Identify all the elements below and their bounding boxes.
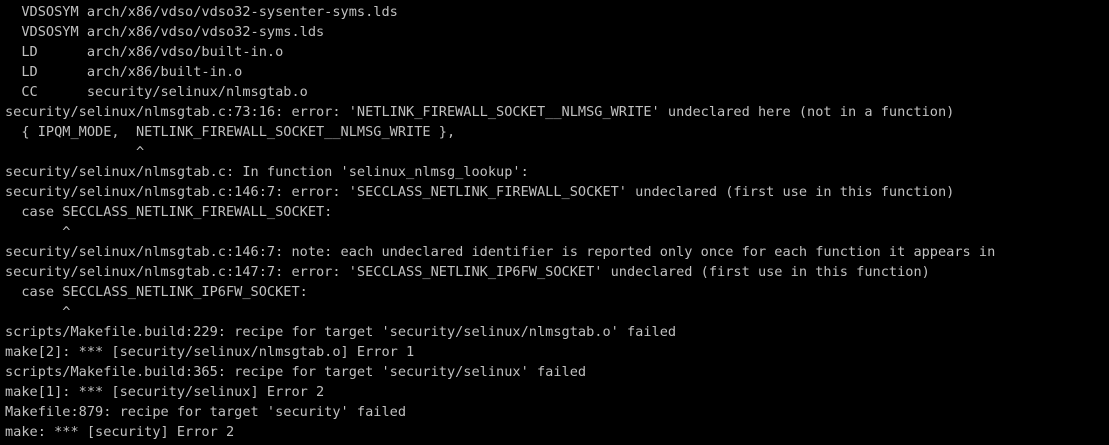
terminal-line-5: CC security/selinux/nlmsgtab.o <box>5 84 308 100</box>
terminal-line-10: security/selinux/nlmsgtab.c:146:7: error… <box>5 184 955 200</box>
terminal-line-7: { IPQM_MODE, NETLINK_FIREWALL_SOCKET__NL… <box>5 124 456 140</box>
terminal-line-15: case SECCLASS_NETLINK_IP6FW_SOCKET: <box>5 284 308 300</box>
terminal-line-16: ^ <box>5 304 71 320</box>
terminal-line-21: Makefile:879: recipe for target 'securit… <box>5 404 407 420</box>
terminal-line-22: make: *** [security] Error 2 <box>5 424 235 440</box>
terminal-line-6: security/selinux/nlmsgtab.c:73:16: error… <box>5 104 955 120</box>
terminal-line-1: VDSOSYM arch/x86/vdso/vdso32-sysenter-sy… <box>5 4 398 20</box>
terminal-output[interactable]: VDSOSYM arch/x86/vdso/vdso32-sysenter-sy… <box>0 0 1109 445</box>
terminal-line-20: make[1]: *** [security/selinux] Error 2 <box>5 384 325 400</box>
terminal-line-17: scripts/Makefile.build:229: recipe for t… <box>5 324 677 340</box>
terminal-line-13: security/selinux/nlmsgtab.c:146:7: note:… <box>5 244 996 260</box>
terminal-line-12: ^ <box>5 224 71 240</box>
terminal-line-3: LD arch/x86/vdso/built-in.o <box>5 44 284 60</box>
terminal-line-2: VDSOSYM arch/x86/vdso/vdso32-syms.lds <box>5 24 325 40</box>
terminal-line-8: ^ <box>5 144 145 160</box>
terminal-line-18: make[2]: *** [security/selinux/nlmsgtab.… <box>5 344 415 360</box>
terminal-line-11: case SECCLASS_NETLINK_FIREWALL_SOCKET: <box>5 204 333 220</box>
terminal-line-19: scripts/Makefile.build:365: recipe for t… <box>5 364 587 380</box>
terminal-line-9: security/selinux/nlmsgtab.c: In function… <box>5 164 529 180</box>
terminal-line-4: LD arch/x86/built-in.o <box>5 64 243 80</box>
terminal-line-14: security/selinux/nlmsgtab.c:147:7: error… <box>5 264 930 280</box>
